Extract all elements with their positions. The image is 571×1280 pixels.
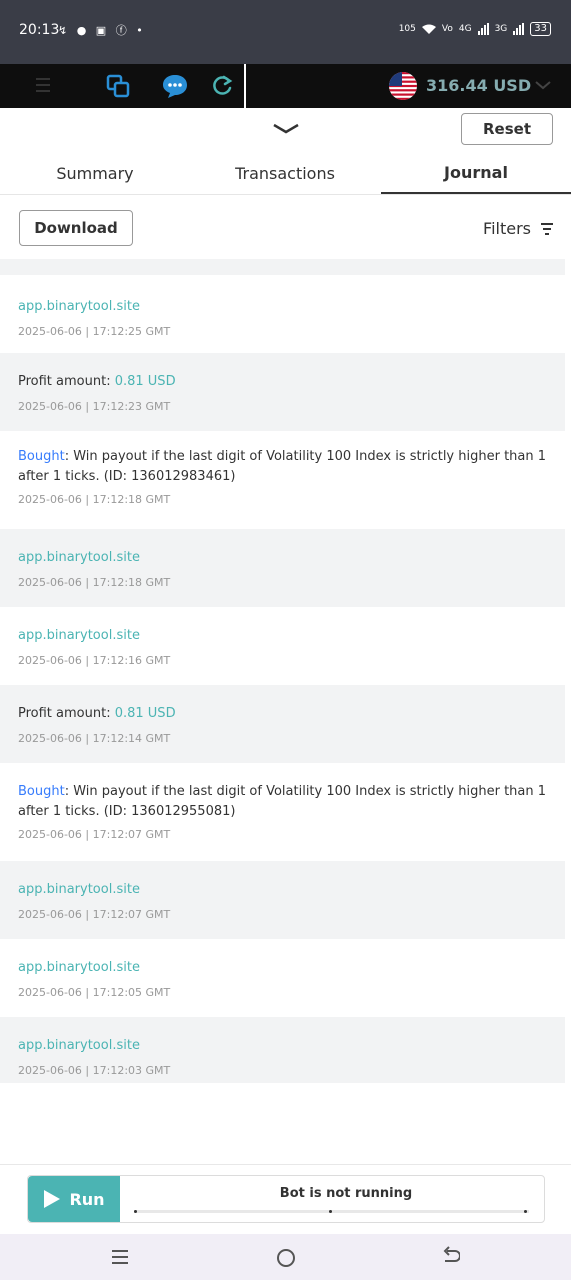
profit-amount: 0.81 USD — [114, 374, 176, 389]
journal-timestamp: 2025-06-06 | 17:12:07 GMT — [18, 908, 171, 921]
copy-icon[interactable] — [105, 73, 131, 99]
journal-link[interactable]: app.binarytool.site — [18, 628, 140, 643]
header-divider — [244, 64, 246, 108]
recent-apps-icon[interactable] — [112, 1250, 128, 1268]
journal-timestamp: 2025-06-06 | 17:12:18 GMT — [18, 576, 171, 589]
battery-icon: 33 — [530, 22, 551, 36]
app-header: 316.44 USD — [0, 64, 571, 108]
download-button[interactable]: Download — [19, 210, 133, 246]
journal-entry: Profit amount: 0.81 USD 2025-06-06 | 17:… — [0, 353, 565, 431]
journal-list: app.binarytool.site 2025-06-06 | 17:12:2… — [0, 259, 571, 1083]
journal-entry: app.binarytool.site 2025-06-06 | 17:12:0… — [0, 1017, 565, 1083]
journal-timestamp: 2025-06-06 | 17:12:16 GMT — [18, 654, 171, 667]
net-4g-label: 4G — [458, 24, 472, 34]
journal-timestamp: 2025-06-06 | 17:12:05 GMT — [18, 986, 171, 999]
refresh-icon[interactable] — [209, 73, 235, 99]
back-icon[interactable] — [442, 1246, 460, 1266]
net-3g-label: 3G — [494, 24, 508, 34]
journal-entry: app.binarytool.site 2025-06-06 | 17:12:0… — [0, 861, 565, 939]
profit-amount: 0.81 USD — [114, 706, 176, 721]
bought-label: Bought — [18, 784, 65, 799]
profit-label: Profit amount: — [18, 706, 115, 721]
journal-link[interactable]: app.binarytool.site — [18, 960, 140, 975]
journal-toolbar: Download Filters — [0, 195, 571, 259]
us-flag-icon[interactable] — [389, 72, 417, 100]
system-indicators: 105 Vo 4G 3G 33 — [399, 22, 551, 36]
journal-timestamp: 2025-06-06 | 17:12:23 GMT — [18, 400, 171, 413]
run-button[interactable]: Run — [28, 1176, 120, 1222]
journal-entry: app.binarytool.site 2025-06-06 | 17:12:2… — [0, 275, 565, 353]
journal-link[interactable]: app.binarytool.site — [18, 550, 140, 565]
volte-label: Vo — [441, 24, 453, 34]
collapse-chevron-icon[interactable] — [272, 122, 300, 136]
hamburger-icon[interactable] — [36, 78, 50, 96]
bought-description-cont: after 1 ticks. (ID: 136012955081) — [18, 804, 236, 819]
journal-entry: Profit amount: 0.81 USD 2025-06-06 | 17:… — [0, 685, 565, 763]
signal-icon-2 — [513, 23, 525, 35]
journal-entry: app.binarytool.site 2025-06-06 | 17:12:1… — [0, 607, 565, 685]
profit-label: Profit amount: — [18, 374, 115, 389]
filters-label: Filters — [483, 219, 531, 238]
run-panel: Run Bot is not running — [0, 1164, 571, 1235]
account-balance[interactable]: 316.44 USD — [426, 76, 531, 95]
chat-icon[interactable] — [162, 73, 188, 99]
system-nav-bar — [0, 1234, 571, 1280]
journal-timestamp: 2025-06-06 | 17:12:18 GMT — [18, 493, 171, 506]
bought-description-cont: after 1 ticks. (ID: 136012983461) — [18, 469, 236, 484]
notification-icons: ↯ ● ▣ ⓕ • — [58, 24, 146, 37]
journal-link[interactable]: app.binarytool.site — [18, 1038, 140, 1053]
journal-link[interactable]: app.binarytool.site — [18, 882, 140, 897]
chevron-down-icon[interactable] — [534, 78, 552, 92]
journal-timestamp: 2025-06-06 | 17:12:25 GMT — [18, 325, 171, 338]
journal-entry: app.binarytool.site 2025-06-06 | 17:12:1… — [0, 529, 565, 607]
bot-status: Bot is not running — [279, 1186, 413, 1201]
tab-summary[interactable]: Summary — [0, 152, 190, 194]
journal-timestamp: 2025-06-06 | 17:12:07 GMT — [18, 828, 171, 841]
filter-icon — [541, 220, 553, 238]
tab-journal[interactable]: Journal — [381, 152, 571, 194]
journal-timestamp: 2025-06-06 | 17:12:03 GMT — [18, 1064, 171, 1077]
journal-entry: app.binarytool.site 2025-06-06 | 17:12:0… — [0, 939, 565, 1017]
bought-label: Bought — [18, 449, 65, 464]
journal-entry: Bought: Win payout if the last digit of … — [0, 431, 565, 529]
bought-description: : Win payout if the last digit of Volati… — [64, 449, 547, 464]
panel-top-row: Reset — [0, 108, 571, 152]
reset-button[interactable]: Reset — [461, 113, 553, 145]
filters-button[interactable]: Filters — [483, 219, 553, 238]
status-bar: 20:13 ↯ ● ▣ ⓕ • 105 Vo 4G 3G 33 — [0, 0, 571, 64]
signal-icon — [477, 23, 489, 35]
journal-timestamp: 2025-06-06 | 17:12:14 GMT — [18, 732, 171, 745]
journal-link[interactable]: app.binarytool.site — [18, 299, 140, 314]
tab-bar: Summary Transactions Journal — [0, 152, 571, 195]
run-progress-track — [134, 1210, 529, 1213]
wifi-icon — [421, 24, 436, 34]
list-top-spacer — [0, 259, 565, 275]
run-button-label: Run — [69, 1189, 105, 1209]
network-speed: 105 — [398, 24, 416, 34]
run-panel-box: Run Bot is not running — [27, 1175, 545, 1223]
bought-description: : Win payout if the last digit of Volati… — [64, 784, 547, 799]
journal-entry: Bought: Win payout if the last digit of … — [0, 763, 565, 861]
clock: 20:13 — [19, 22, 60, 38]
home-icon[interactable] — [277, 1249, 295, 1267]
tab-transactions[interactable]: Transactions — [190, 152, 380, 194]
play-icon — [44, 1190, 61, 1208]
